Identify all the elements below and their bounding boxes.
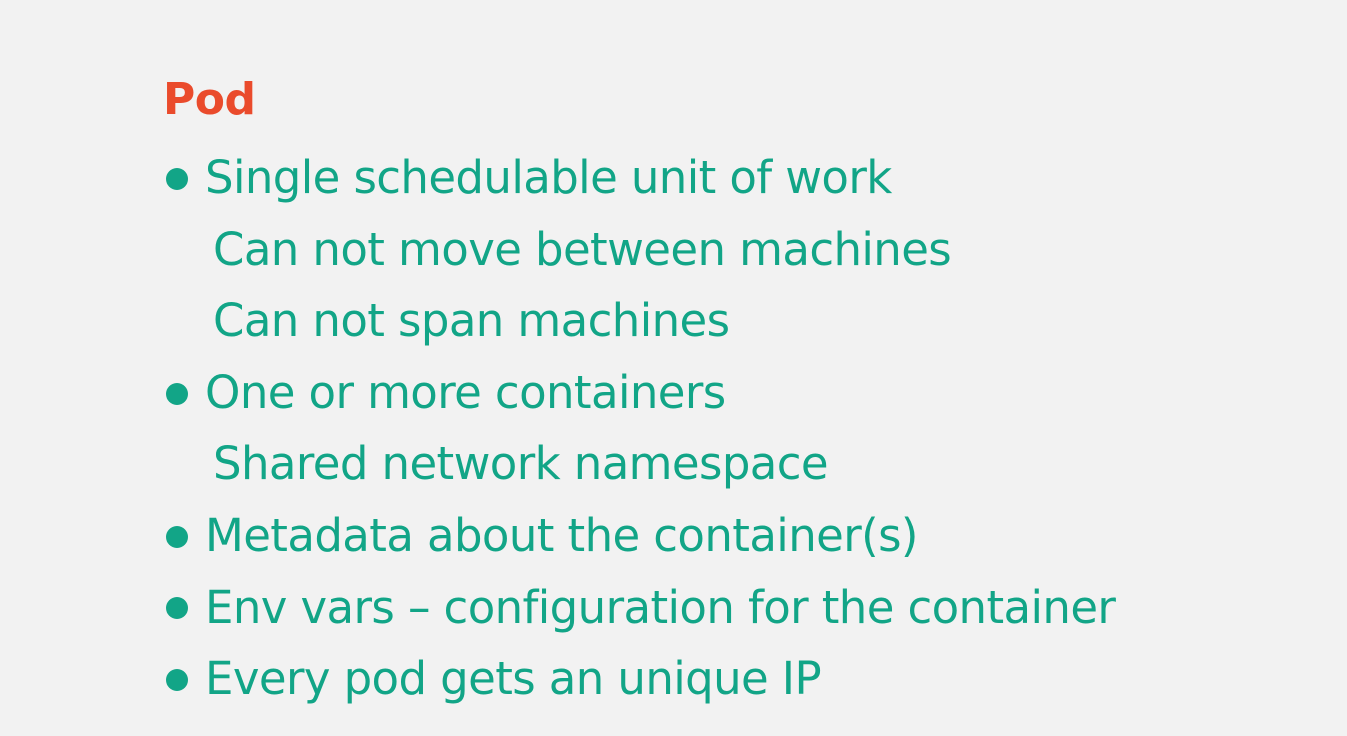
bullet-item: Single schedulable unit of work bbox=[163, 142, 1313, 214]
bullet-dot-icon bbox=[166, 167, 188, 190]
bullet-dot-icon bbox=[166, 597, 188, 620]
sub-bullet-text: Can not span machines bbox=[213, 294, 730, 348]
bullet-dot-icon bbox=[166, 382, 188, 405]
slide-content: Pod Single schedulable unit of work Can … bbox=[163, 70, 1313, 715]
sub-bullet-item: Can not span machines bbox=[163, 285, 1313, 357]
bullet-dot-icon bbox=[166, 668, 188, 691]
bullet-text: Env vars – configuration for the contain… bbox=[205, 580, 1116, 634]
bullet-item: Env vars – configuration for the contain… bbox=[163, 572, 1313, 644]
bullet-item: Every pod gets an unique IP bbox=[163, 643, 1313, 715]
bullet-text: One or more containers bbox=[205, 365, 726, 419]
sub-bullet-text: Can not move between machines bbox=[213, 222, 952, 276]
bullet-text: Every pod gets an unique IP bbox=[205, 652, 822, 706]
bullet-list: Single schedulable unit of work Can not … bbox=[163, 142, 1313, 715]
bullet-item: Metadata about the container(s) bbox=[163, 500, 1313, 572]
bullet-text: Metadata about the container(s) bbox=[205, 508, 918, 562]
sub-bullet-item: Can not move between machines bbox=[163, 214, 1313, 286]
bullet-item: One or more containers bbox=[163, 357, 1313, 429]
sub-bullet-item: Shared network namespace bbox=[163, 428, 1313, 500]
slide-title: Pod bbox=[163, 74, 256, 125]
bullet-dot-icon bbox=[166, 525, 188, 548]
sub-bullet-text: Shared network namespace bbox=[213, 437, 829, 491]
bullet-text: Single schedulable unit of work bbox=[205, 151, 892, 204]
